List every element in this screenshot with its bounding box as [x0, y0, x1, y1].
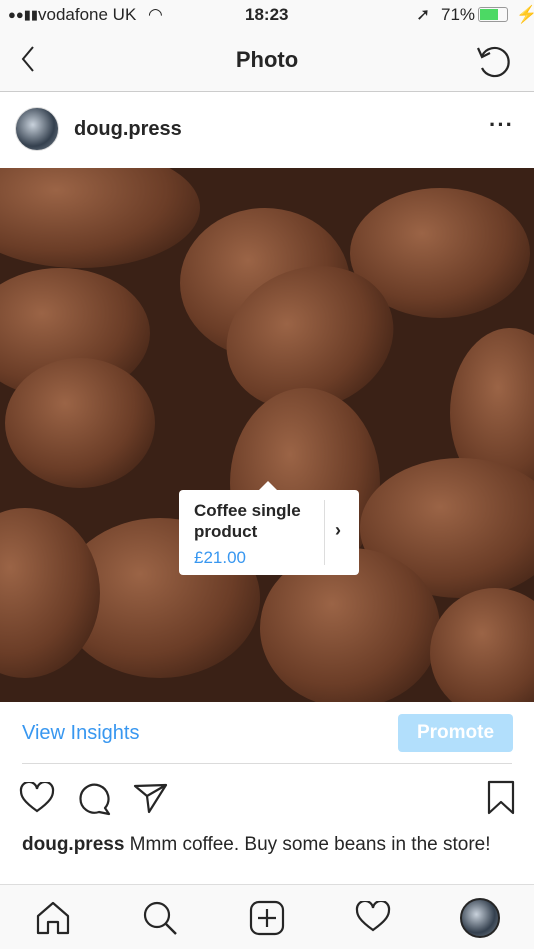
nav-bar: Photo [0, 30, 534, 92]
search-icon[interactable] [142, 900, 178, 936]
product-name: Coffee single product [194, 501, 301, 541]
comment-icon[interactable] [77, 782, 113, 816]
divider [324, 500, 325, 565]
caption-text: Mmm coffee. Buy some beans in the store! [124, 834, 491, 855]
more-options-icon[interactable]: ··· [489, 112, 514, 138]
tab-bar [0, 884, 534, 949]
share-icon[interactable] [133, 782, 169, 814]
battery-percent: 71% [441, 5, 476, 24]
divider [22, 763, 512, 764]
battery-icon [478, 7, 508, 22]
charging-icon: ⚡ [516, 5, 534, 24]
wifi-icon: ◠ [148, 5, 163, 24]
clock: 18:23 [245, 5, 289, 24]
location-icon: ➚ [416, 5, 431, 24]
chevron-right-icon[interactable]: › [335, 520, 341, 541]
carrier: vodafone UK [38, 5, 137, 24]
product-price: £21.00 [194, 548, 246, 567]
profile-tab-avatar[interactable] [460, 898, 500, 938]
view-insights-link[interactable]: View Insights [22, 722, 139, 745]
home-icon[interactable] [35, 900, 71, 936]
avatar[interactable] [15, 107, 59, 151]
username[interactable]: doug.press [74, 118, 182, 141]
activity-icon[interactable] [355, 901, 391, 933]
signal-icon: ●●▮▮ [8, 7, 39, 22]
bookmark-icon[interactable] [486, 780, 516, 816]
caption-username[interactable]: doug.press [22, 834, 124, 855]
page-title: Photo [235, 47, 299, 72]
post-photo[interactable] [0, 168, 534, 702]
product-tag[interactable]: Coffee single product £21.00 › [179, 481, 359, 575]
caption: doug.press Mmm coffee. Buy some beans in… [22, 832, 512, 857]
refresh-icon[interactable] [474, 42, 514, 80]
promote-button[interactable]: Promote [398, 714, 513, 752]
new-post-icon[interactable] [249, 900, 285, 936]
heart-icon[interactable] [19, 782, 55, 814]
post-header: doug.press ··· [0, 92, 534, 168]
status-bar: ●●▮▮ vodafone UK ◠ 18:23 ➚ 71% ⚡ [0, 0, 534, 30]
